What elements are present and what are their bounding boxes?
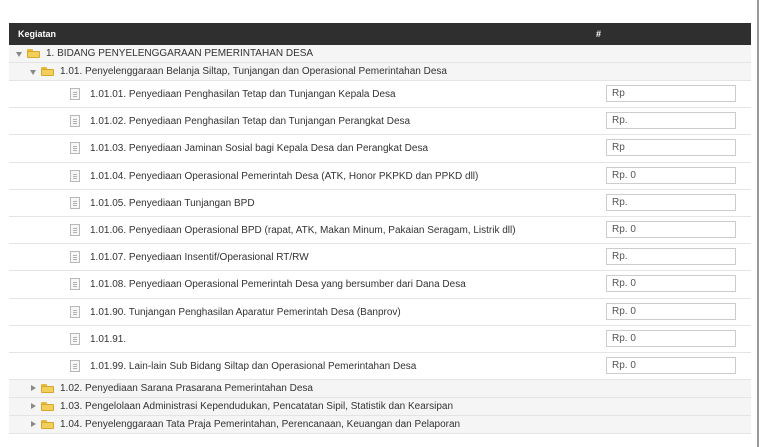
tree-leaf-label: 1.01.02. Penyediaan Penghasilan Tetap da… xyxy=(90,116,411,128)
document-icon xyxy=(70,359,80,372)
tree-leaf-label: 1.01.07. Penyediaan Insentif/Operasional… xyxy=(90,252,309,264)
folder-icon xyxy=(41,402,54,412)
document-icon xyxy=(70,251,80,264)
caret-right-icon[interactable] xyxy=(31,421,36,428)
tree-row-label: 1.01. Penyelenggaraan Belanja Siltap, Tu… xyxy=(60,66,447,77)
tree-row-label: 1. BIDANG PENYELENGGARAAN PEMERINTAHAN D… xyxy=(46,48,314,59)
folder-icon xyxy=(41,67,54,76)
tree-leaf-row[interactable]: 1.01.07. Penyediaan Insentif/Operasional… xyxy=(9,244,751,272)
caret-down-icon[interactable] xyxy=(30,70,36,75)
tree-leaf-label: 1.01.99. Lain-lain Sub Bidang Siltap dan… xyxy=(90,360,417,372)
tree-leaf-row[interactable]: 1.01.08. Penyediaan Operasional Pemerint… xyxy=(9,271,751,299)
tree-leaf-row[interactable]: 1.01.99. Lain-lain Sub Bidang Siltap dan… xyxy=(9,353,751,381)
amount-field[interactable] xyxy=(606,248,736,266)
amount-field[interactable] xyxy=(606,112,736,130)
amount-field[interactable] xyxy=(606,302,736,320)
amount-field[interactable] xyxy=(606,85,736,102)
amount-field[interactable] xyxy=(606,356,736,374)
folder-icon xyxy=(27,49,40,58)
amount-field[interactable] xyxy=(606,329,736,347)
tree-leaf-label: 1.01.06. Penyediaan Operasional BPD (rap… xyxy=(90,224,516,236)
tree-leaf-row[interactable]: 1.01.06. Penyediaan Operasional BPD (rap… xyxy=(9,217,751,245)
tree-row-sub-1-03[interactable]: 1.03. Pengelolaan Administrasi Kependudu… xyxy=(9,398,751,417)
tree-leaf-label: 1.01.01. Penyediaan Penghasilan Tetap da… xyxy=(90,89,396,100)
tree-leaf-row[interactable]: 1.01.01. Penyediaan Penghasilan Tetap da… xyxy=(9,81,751,109)
document-icon xyxy=(70,169,80,182)
folder-icon xyxy=(41,384,54,394)
tree-leaf-row[interactable]: 1.01.90. Tunjangan Penghasilan Aparatur … xyxy=(9,299,751,326)
document-icon xyxy=(70,305,80,318)
caret-right-icon[interactable] xyxy=(31,385,36,392)
tree-row-label: 1.04. Penyelenggaraan Tata Praja Pemerin… xyxy=(60,419,461,431)
folder-icon xyxy=(41,420,54,430)
amount-field[interactable] xyxy=(606,220,736,238)
document-icon xyxy=(70,223,80,236)
tree-leaf-label: 1.01.08. Penyediaan Operasional Pemerint… xyxy=(90,279,466,291)
column-header-kegiatan: Kegiatan xyxy=(18,29,57,39)
tree-leaf-label: 1.01.90. Tunjangan Penghasilan Aparatur … xyxy=(90,306,401,318)
amount-field[interactable] xyxy=(606,275,736,293)
document-icon xyxy=(70,115,80,128)
tree-leaf-row[interactable]: 1.01.05. Penyediaan Tunjangan BPD xyxy=(9,190,751,217)
tree-leaf-label: 1.01.03. Penyediaan Jaminan Sosial bagi … xyxy=(90,143,429,155)
tree-leaf-label: 1.01.05. Penyediaan Tunjangan BPD xyxy=(90,197,255,209)
tree-leaf-row[interactable]: 1.01.91. xyxy=(9,326,751,353)
tree-leaf-row[interactable]: 1.01.03. Penyediaan Jaminan Sosial bagi … xyxy=(9,135,751,163)
tree-row-label: 1.03. Pengelolaan Administrasi Kependudu… xyxy=(60,401,454,413)
amount-field[interactable] xyxy=(606,193,736,211)
tree-leaf-row[interactable]: 1.01.04. Penyediaan Operasional Pemerint… xyxy=(9,163,751,190)
tree-row-sub-1-02[interactable]: 1.02. Penyediaan Sarana Prasarana Pemeri… xyxy=(9,380,751,399)
table-header: Kegiatan # xyxy=(9,23,751,45)
document-icon xyxy=(70,332,80,345)
kegiatan-tree-table: Kegiatan # 1. BIDANG PENYELENGGARAAN PEM… xyxy=(9,23,751,447)
tree-leaf-row[interactable]: 1.01.02. Penyediaan Penghasilan Tetap da… xyxy=(9,108,751,136)
tree-leaf-label: 1.01.04. Penyediaan Operasional Pemerint… xyxy=(90,170,479,182)
amount-field[interactable] xyxy=(606,166,736,184)
document-icon xyxy=(70,88,80,100)
document-icon xyxy=(70,142,80,155)
tree-row-sub-1-04[interactable]: 1.04. Penyelenggaraan Tata Praja Pemerin… xyxy=(9,416,751,435)
tree-row-bidang-1[interactable]: 1. BIDANG PENYELENGGARAAN PEMERINTAHAN D… xyxy=(9,45,751,63)
tree-row-sub-1-01[interactable]: 1.01. Penyelenggaraan Belanja Siltap, Tu… xyxy=(9,63,751,81)
panel-divider xyxy=(757,0,759,447)
document-icon xyxy=(70,278,80,291)
tree-leaf-label: 1.01.91. xyxy=(90,333,127,345)
document-icon xyxy=(70,196,80,209)
column-header-hash: # xyxy=(596,29,602,39)
tree-row-label: 1.02. Penyediaan Sarana Prasarana Pemeri… xyxy=(60,383,313,395)
amount-field[interactable] xyxy=(606,139,736,157)
caret-right-icon[interactable] xyxy=(31,403,36,410)
caret-down-icon[interactable] xyxy=(16,52,22,57)
